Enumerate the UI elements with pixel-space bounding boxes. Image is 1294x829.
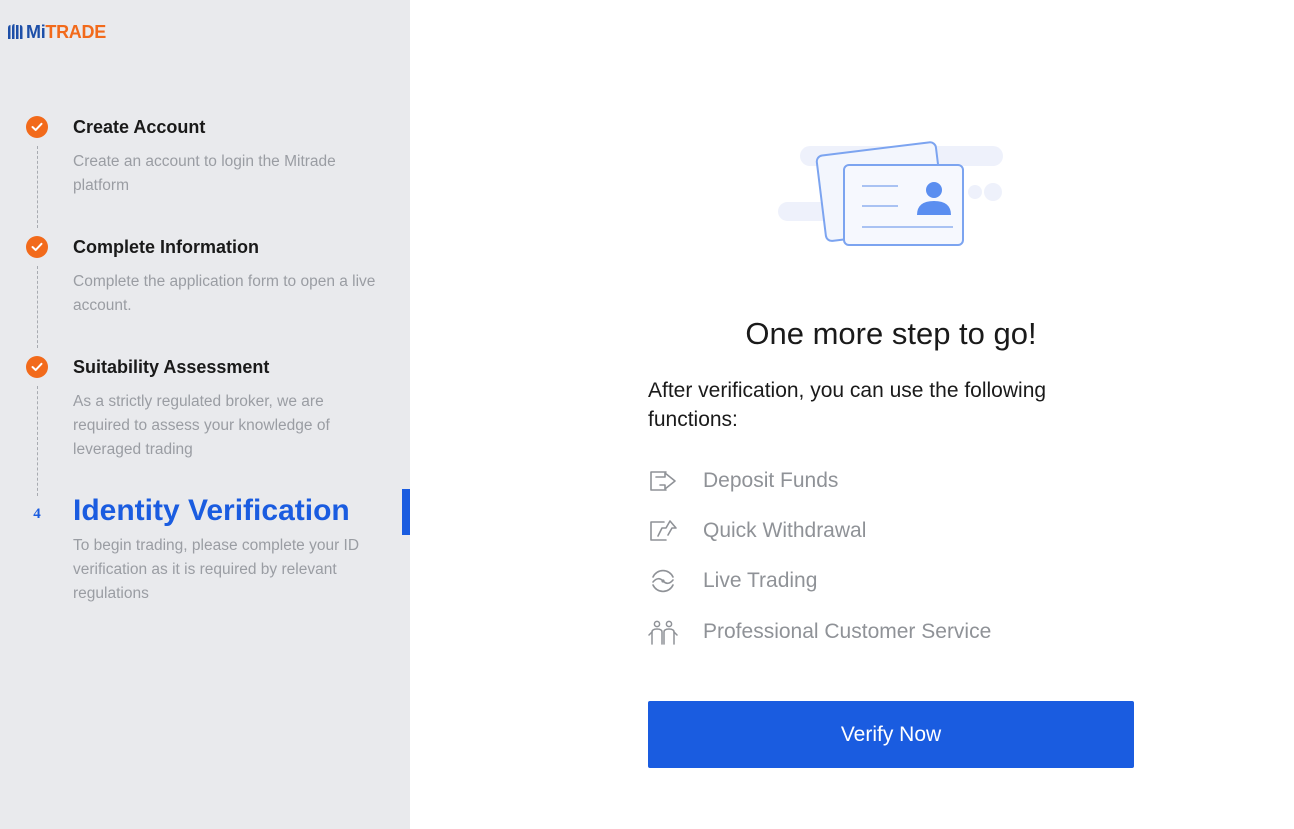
check-icon [26, 236, 48, 258]
check-icon [26, 116, 48, 138]
step-title: Suitability Assessment [73, 357, 270, 377]
step-description: Complete the application form to open a … [73, 273, 376, 314]
withdrawal-icon [648, 517, 680, 545]
feature-customer-service: Professional Customer Service [648, 617, 991, 647]
feature-deposit-funds: Deposit Funds [648, 466, 838, 496]
intro-text: After verification, you can use the foll… [648, 379, 1047, 431]
deposit-icon [648, 467, 680, 495]
logo-text: MiTRADE [26, 22, 106, 43]
step-connector [37, 386, 38, 496]
step-title: Complete Information [73, 237, 260, 257]
verify-now-button[interactable]: Verify Now [648, 701, 1134, 768]
step-connector [37, 266, 38, 348]
step-description: As a strictly regulated broker, we are r… [73, 393, 330, 458]
feature-quick-withdrawal: Quick Withdrawal [648, 516, 866, 546]
logo-trade: TRADE [45, 21, 106, 42]
sidebar: MiTRADE Create Account Create an account… [0, 0, 410, 829]
active-step-indicator [402, 489, 410, 535]
mitrade-logo-icon [8, 24, 23, 39]
customer-service-icon [648, 618, 680, 646]
step-title: Create Account [73, 117, 206, 137]
mitrade-logo[interactable]: MiTRADE [6, 20, 106, 44]
check-icon [26, 356, 48, 378]
feature-label: Deposit Funds [703, 469, 839, 492]
feature-label: Live Trading [703, 569, 818, 592]
step-description: Create an account to login the Mitrade p… [73, 153, 336, 194]
step-description: To begin trading, please complete your I… [73, 537, 360, 602]
id-card-illustration [778, 141, 1003, 246]
logo-mi: Mi [26, 21, 46, 42]
live-trading-icon [648, 567, 680, 595]
page-headline: One more step to go! [745, 316, 1037, 351]
step-number: 4 [33, 506, 41, 522]
step-connector [37, 146, 38, 228]
feature-live-trading: Live Trading [648, 566, 817, 596]
step-title-active: Identity Verification [73, 494, 350, 527]
feature-label: Professional Customer Service [703, 620, 992, 643]
feature-label: Quick Withdrawal [703, 519, 867, 542]
